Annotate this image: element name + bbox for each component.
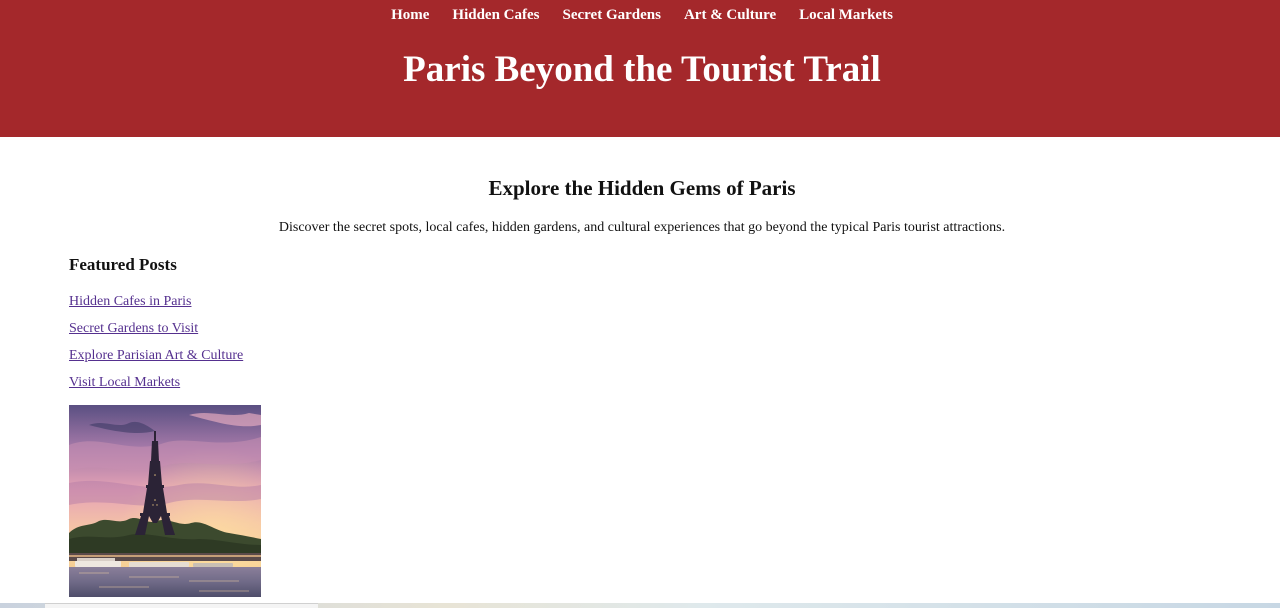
main-nav: Home Hidden Cafes Secret Gardens Art & C…: [0, 5, 1280, 25]
featured-link-secret-gardens[interactable]: Secret Gardens to Visit: [69, 321, 198, 336]
featured-link-local-markets[interactable]: Visit Local Markets: [69, 375, 180, 390]
list-item: Visit Local Markets: [69, 372, 243, 399]
nav-link-home[interactable]: Home: [391, 5, 429, 25]
nav-link-hidden-cafes[interactable]: Hidden Cafes: [452, 5, 539, 25]
intro-text: Discover the secret spots, local cafes, …: [278, 220, 1006, 235]
nav-link-secret-gardens[interactable]: Secret Gardens: [563, 5, 661, 25]
intro-heading: Explore the Hidden Gems of Paris: [488, 176, 796, 200]
list-item: Secret Gardens to Visit: [69, 318, 243, 345]
list-item: Hidden Cafes in Paris: [69, 291, 243, 318]
featured-link-hidden-cafes[interactable]: Hidden Cafes in Paris: [69, 294, 191, 309]
nav-link-local-markets[interactable]: Local Markets: [799, 5, 893, 25]
eiffel-tower-image: [69, 405, 261, 597]
taskbar-item[interactable]: [45, 603, 318, 608]
featured-link-art-culture[interactable]: Explore Parisian Art & Culture: [69, 348, 243, 363]
eiffel-tower-illustration: [69, 405, 261, 597]
nav-link-art-culture[interactable]: Art & Culture: [684, 5, 776, 25]
featured-posts-list: Hidden Cafes in Paris Secret Gardens to …: [69, 291, 243, 399]
featured-posts-heading: Featured Posts: [69, 255, 177, 274]
site-title: Paris Beyond the Tourist Trail: [403, 49, 881, 90]
site-header: Home Hidden Cafes Secret Gardens Art & C…: [0, 0, 1280, 137]
list-item: Explore Parisian Art & Culture: [69, 345, 243, 372]
